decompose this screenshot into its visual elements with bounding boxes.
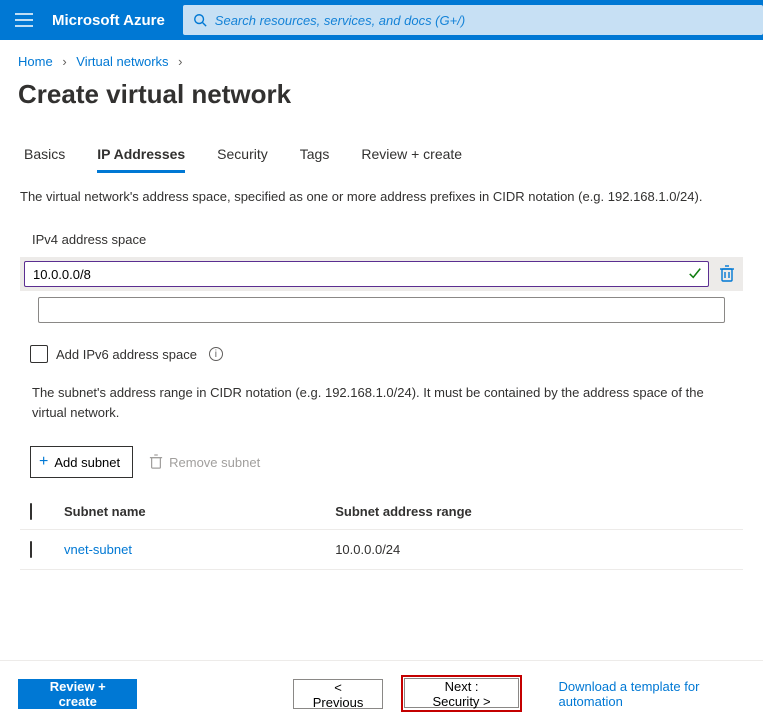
tab-security[interactable]: Security [217, 146, 268, 173]
check-icon [688, 266, 702, 283]
remove-subnet-label: Remove subnet [169, 455, 260, 470]
subnet-select-all-checkbox[interactable] [30, 503, 32, 520]
topbar: Microsoft Azure [0, 0, 763, 40]
info-icon[interactable]: i [209, 347, 223, 361]
subnet-toolbar: + Add subnet Remove subnet [20, 446, 743, 490]
chevron-right-icon: › [56, 54, 72, 69]
tab-tags[interactable]: Tags [300, 146, 330, 173]
tab-ip-addresses[interactable]: IP Addresses [97, 146, 185, 173]
global-search[interactable] [183, 5, 763, 35]
chevron-right-icon: › [172, 54, 188, 69]
page-title: Create virtual network [0, 75, 763, 128]
ipv4-address-extra-input[interactable] [39, 298, 724, 322]
tab-review-create[interactable]: Review + create [361, 146, 462, 173]
add-subnet-button[interactable]: + Add subnet [30, 446, 133, 478]
next-button-highlight: Next : Security > [401, 675, 523, 712]
trash-icon [149, 454, 163, 470]
download-template-link[interactable]: Download a template for automation [558, 679, 745, 709]
footer-bar: Review + create < Previous Next : Securi… [0, 660, 763, 726]
address-space-description: The virtual network's address space, spe… [20, 189, 743, 204]
ipv4-address-input-wrap[interactable] [24, 261, 709, 287]
next-security-button[interactable]: Next : Security > [404, 678, 520, 708]
hamburger-icon [15, 13, 33, 27]
tab-basics[interactable]: Basics [24, 146, 65, 173]
trash-icon [719, 265, 735, 283]
breadcrumb-home[interactable]: Home [18, 54, 53, 69]
breadcrumb: Home › Virtual networks › [0, 40, 763, 75]
search-input[interactable] [207, 13, 753, 28]
subnet-name-link[interactable]: vnet-subnet [64, 542, 132, 557]
ipv4-section-label: IPv4 address space [20, 224, 743, 257]
table-row: vnet-subnet 10.0.0.0/24 [20, 530, 743, 570]
ipv4-address-input[interactable] [33, 267, 680, 282]
subnet-col-range: Subnet address range [325, 494, 743, 530]
tab-bar: Basics IP Addresses Security Tags Review… [0, 128, 763, 173]
plus-icon: + [39, 453, 48, 471]
content-area: The virtual network's address space, spe… [0, 173, 763, 570]
brand-label: Microsoft Azure [50, 12, 175, 29]
subnet-range-cell: 10.0.0.0/24 [325, 530, 743, 570]
delete-address-button[interactable] [719, 265, 735, 283]
subnet-row-checkbox[interactable] [30, 541, 32, 558]
previous-button[interactable]: < Previous [293, 679, 382, 709]
hamburger-menu[interactable] [6, 0, 42, 40]
remove-subnet-button: Remove subnet [149, 454, 260, 470]
subnet-col-name: Subnet name [54, 494, 325, 530]
ipv4-address-row [20, 257, 743, 291]
review-create-button[interactable]: Review + create [18, 679, 137, 709]
subnet-description: The subnet's address range in CIDR notat… [20, 383, 743, 446]
ipv6-checkbox[interactable] [30, 345, 48, 363]
ipv4-address-extra-input-wrap[interactable] [38, 297, 725, 323]
ipv6-checkbox-label: Add IPv6 address space [56, 347, 197, 362]
ipv6-checkbox-row: Add IPv6 address space i [20, 345, 743, 383]
subnet-table: Subnet name Subnet address range vnet-su… [20, 494, 743, 570]
add-subnet-label: Add subnet [54, 455, 120, 470]
search-icon [193, 13, 207, 27]
breadcrumb-virtual-networks[interactable]: Virtual networks [76, 54, 168, 69]
